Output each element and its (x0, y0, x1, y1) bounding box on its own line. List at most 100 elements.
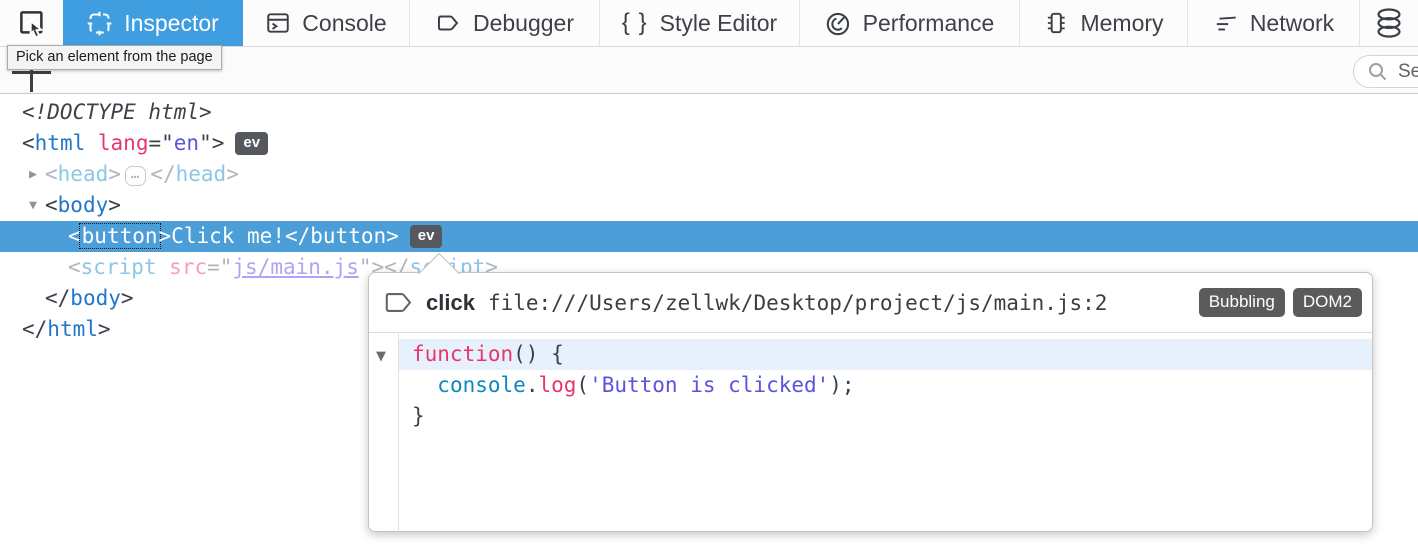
popup-header: click file:///Users/zellwk/Desktop/proje… (369, 273, 1372, 332)
syntax-token: lang (98, 131, 149, 155)
performance-icon (825, 10, 852, 37)
markup-node-row[interactable]: <!DOCTYPE html> (0, 97, 1418, 128)
syntax-token: < (45, 162, 58, 186)
syntax-token: "> (199, 131, 224, 155)
syntax-token: > (108, 162, 121, 186)
collapse-twisty-icon[interactable]: ▼ (376, 349, 386, 364)
syntax-token: > (108, 193, 121, 217)
storage-icon (1374, 7, 1404, 39)
syntax-token: body (58, 193, 109, 217)
expand-twisty-icon[interactable]: ▶ (23, 159, 43, 190)
syntax-token: log (538, 373, 576, 397)
syntax-token (157, 255, 170, 279)
syntax-token: en (174, 131, 199, 155)
syntax-token: < (68, 255, 81, 279)
collapse-twisty-icon[interactable]: ▼ (23, 190, 43, 221)
code-lines: function() { console.log('Button is clic… (399, 333, 1372, 531)
pick-element-button[interactable] (0, 0, 63, 46)
syntax-token: html (35, 131, 86, 155)
network-icon (1213, 10, 1239, 36)
syntax-token: html (47, 317, 98, 341)
tab-network[interactable]: Network (1188, 0, 1360, 46)
markup-node-row[interactable]: <button>Click me!</button>ev (0, 221, 1418, 252)
search-input[interactable]: Se (1353, 55, 1418, 88)
search-icon (1366, 60, 1390, 84)
tab-label: Network (1250, 10, 1334, 37)
dom2-badge: DOM2 (1293, 288, 1362, 317)
collapsed-children-ellipsis[interactable]: … (125, 166, 146, 186)
event-listener-popup: click file:///Users/zellwk/Desktop/proje… (368, 272, 1373, 532)
syntax-token: Click me! (171, 224, 285, 248)
syntax-token: head (176, 162, 227, 186)
syntax-token: script (81, 255, 157, 279)
syntax-token (85, 131, 98, 155)
syntax-token: body (70, 286, 121, 310)
popup-arrow (416, 252, 462, 274)
syntax-token: console (437, 373, 526, 397)
syntax-token (412, 373, 437, 397)
memory-icon (1043, 10, 1069, 36)
event-source-link[interactable]: file:///Users/zellwk/Desktop/project/js/… (488, 291, 1199, 315)
pick-tooltip: Pick an element from the page (7, 45, 222, 70)
tab-label: Memory (1080, 10, 1163, 37)
syntax-token: =" (148, 131, 173, 155)
tab-style-editor[interactable]: { } Style Editor (600, 0, 800, 46)
syntax-token: < (22, 131, 35, 155)
event-tag-icon (384, 291, 413, 314)
tab-memory[interactable]: Memory (1020, 0, 1188, 46)
syntax-token: 'Button is clicked' (589, 373, 829, 397)
markup-node-row[interactable]: ▶<head>…</head> (0, 159, 1418, 190)
syntax-token: head (58, 162, 109, 186)
code-gutter: ▼ (369, 333, 399, 531)
tab-inspector[interactable]: Inspector (63, 0, 243, 46)
console-icon (265, 10, 291, 36)
pick-element-icon (17, 8, 47, 38)
markup-node-row[interactable]: <html lang="en"> ev (0, 128, 1418, 159)
syntax-token: } (412, 404, 425, 428)
syntax-token: </ (45, 286, 70, 310)
style-editor-icon: { } (622, 9, 649, 37)
syntax-token: function (412, 342, 513, 366)
syntax-token: > (226, 162, 239, 186)
syntax-token: </ (150, 162, 175, 186)
syntax-token: =" (207, 255, 232, 279)
tab-label: Inspector (124, 10, 219, 37)
syntax-token: . (526, 373, 539, 397)
syntax-token: () { (513, 342, 564, 366)
syntax-token: button (79, 223, 161, 249)
devtools-window: Inspector Console Debugger { } Styl (0, 0, 1418, 559)
tab-storage[interactable] (1360, 0, 1418, 46)
syntax-token: </ (285, 224, 310, 248)
syntax-token: > (159, 224, 172, 248)
markup-node-row[interactable]: ▼<body> (0, 190, 1418, 221)
bubbling-badge: Bubbling (1199, 288, 1285, 317)
tab-console[interactable]: Console (243, 0, 410, 46)
syntax-token: src (169, 255, 207, 279)
code-line: function() { (399, 339, 1372, 370)
syntax-token: < (45, 193, 58, 217)
event-badge[interactable]: ev (410, 225, 443, 248)
tab-debugger[interactable]: Debugger (410, 0, 600, 46)
tab-label: Style Editor (660, 10, 778, 37)
code-line: console.log('Button is clicked'); (399, 370, 1372, 401)
syntax-token: > (98, 317, 111, 341)
syntax-token: </ (22, 317, 47, 341)
syntax-token: <!DOCTYPE html> (22, 100, 212, 124)
inspector-icon (86, 10, 113, 37)
syntax-token: > (121, 286, 134, 310)
event-name: click (426, 290, 475, 316)
event-badge[interactable]: ev (235, 132, 268, 155)
syntax-token: > (386, 224, 399, 248)
syntax-token: ); (829, 373, 854, 397)
tab-label: Debugger (473, 10, 574, 37)
tab-label: Performance (863, 10, 995, 37)
syntax-token[interactable]: js/main.js (232, 255, 358, 279)
search-placeholder: Se (1398, 61, 1418, 83)
tab-performance[interactable]: Performance (800, 0, 1020, 46)
syntax-token: ( (576, 373, 589, 397)
code-line: } (399, 401, 1372, 432)
debugger-icon (435, 10, 462, 36)
devtools-toolbar: Inspector Console Debugger { } Styl (0, 0, 1418, 47)
tab-label: Console (302, 10, 386, 37)
syntax-token: button (310, 224, 386, 248)
